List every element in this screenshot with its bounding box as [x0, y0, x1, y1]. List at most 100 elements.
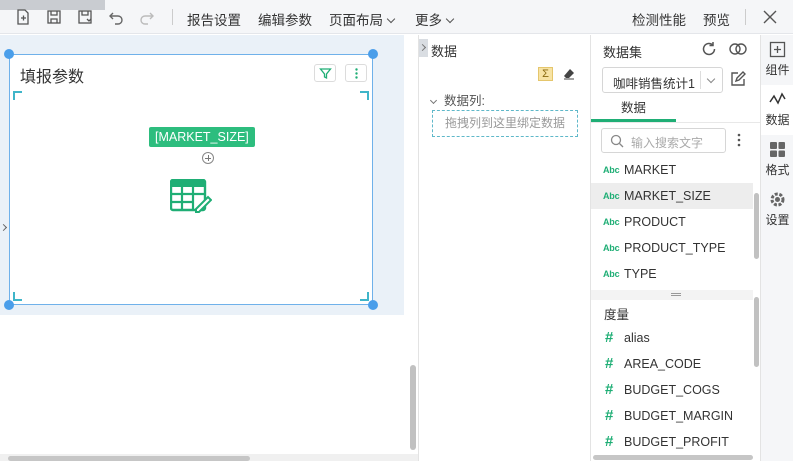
dataset-label: 数据集 — [603, 45, 643, 60]
data-trend-icon — [769, 92, 786, 105]
measure-item[interactable]: # BUDGET_PROFIT — [591, 429, 753, 455]
resize-handle[interactable] — [368, 49, 378, 59]
field-name: MARKET — [624, 163, 677, 177]
widget-more-button[interactable] — [345, 64, 367, 82]
chevron-down-icon — [706, 74, 716, 84]
canvas-horizontal-scrollbar[interactable] — [8, 456, 250, 461]
selection-corner — [360, 91, 369, 100]
dataset-select[interactable]: 咖啡销售统计1 — [602, 67, 723, 93]
dimension-scrollbar[interactable] — [754, 193, 759, 259]
report-settings-button[interactable]: 报告设置 — [187, 9, 241, 29]
chevron-down-icon — [386, 14, 396, 24]
data-columns-section[interactable]: 数据列: — [429, 90, 485, 109]
canvas-vertical-scrollbar[interactable] — [410, 365, 416, 450]
field-name: TYPE — [624, 267, 657, 281]
right-rail: 组件 数据 格式 设置 — [760, 35, 793, 461]
measure-item[interactable]: # BUDGET_COGS — [591, 377, 753, 403]
measure-item[interactable]: # alias — [591, 325, 753, 351]
preview-button[interactable]: 预览 — [703, 9, 730, 29]
refresh-icon[interactable] — [700, 40, 718, 58]
chevron-down-icon — [445, 14, 455, 24]
page-layout-menu[interactable]: 页面布局 — [329, 9, 396, 29]
measure-name: BUDGET_COGS — [624, 383, 720, 397]
close-icon[interactable] — [761, 8, 779, 26]
field-item[interactable]: Abc PRODUCT_TYPE — [591, 235, 753, 261]
field-item[interactable]: Abc MARKET — [591, 157, 753, 183]
canvas-area[interactable]: 填报参数 [MARKET_SIZE] — [0, 35, 404, 315]
number-type-icon: # — [605, 407, 614, 424]
toolbar: 报告设置 编辑参数 页面布局 更多 检测性能 预览 — [0, 0, 793, 34]
resize-handle[interactable] — [4, 300, 14, 310]
number-type-icon: # — [605, 381, 614, 398]
gear-icon — [770, 192, 785, 207]
bound-field-tag[interactable]: [MARKET_SIZE] — [149, 127, 255, 147]
rail-label: 格式 — [765, 163, 790, 177]
measure-item[interactable]: # AREA_CODE — [591, 351, 753, 377]
eraser-icon[interactable] — [562, 67, 576, 81]
field-item[interactable]: Abc PRODUCT — [591, 209, 753, 235]
rail-label: 数据 — [765, 113, 790, 127]
more-label: 更多 — [415, 13, 442, 28]
search-placeholder: 输入搜索文字 — [631, 136, 704, 150]
field-name: MARKET_SIZE — [624, 189, 711, 203]
dataset-select-value: 咖啡销售统计1 — [613, 77, 695, 91]
measure-name: BUDGET_MARGIN — [624, 409, 734, 423]
field-item[interactable]: Abc TYPE — [591, 261, 753, 287]
text-type-icon: Abc — [603, 165, 620, 175]
measures-label: 度量 — [604, 308, 630, 322]
text-type-icon: Abc — [603, 243, 620, 253]
rail-item-components[interactable]: 组件 — [761, 35, 793, 85]
field-name: PRODUCT_TYPE — [624, 241, 726, 255]
edit-params-button[interactable]: 编辑参数 — [258, 9, 312, 29]
number-type-icon: # — [605, 433, 614, 450]
text-type-icon: Abc — [603, 191, 620, 201]
save-as-icon[interactable] — [76, 8, 94, 26]
rail-item-format[interactable]: 格式 — [761, 135, 793, 185]
number-type-icon: # — [605, 329, 614, 346]
data-binding-panel: 数据 Σ 数据列: 拖拽列到这里绑定数据 — [418, 35, 590, 461]
resize-handle[interactable] — [368, 300, 378, 310]
edit-dataset-icon[interactable] — [729, 70, 747, 88]
measure-item[interactable]: # BUDGET_MARGIN — [591, 403, 753, 429]
dataset-horizontal-scrollbar[interactable] — [593, 455, 753, 460]
undo-icon[interactable] — [107, 8, 125, 26]
list-splitter[interactable] — [591, 290, 753, 300]
rail-item-data[interactable]: 数据 — [761, 85, 793, 135]
dataset-panel: 数据集 咖啡销售统计1 数据 输入搜索文字 Abc MARKET Abc MARKET… — [590, 35, 761, 461]
sum-icon[interactable]: Σ — [538, 67, 553, 81]
more-menu[interactable]: 更多 — [415, 9, 455, 29]
panel-collapse-handle[interactable] — [419, 39, 428, 57]
more-vertical-icon — [354, 67, 358, 79]
save-icon[interactable] — [45, 8, 63, 26]
measure-name: BUDGET_PROFIT — [624, 435, 729, 449]
measure-scrollbar[interactable] — [754, 297, 759, 367]
resize-handle[interactable] — [4, 49, 14, 59]
text-type-icon: Abc — [603, 217, 620, 227]
measure-name: AREA_CODE — [624, 357, 702, 371]
add-component-icon — [769, 41, 786, 58]
field-search-input[interactable]: 输入搜索文字 — [601, 128, 726, 153]
dataset-relation-icon[interactable] — [728, 40, 748, 58]
number-type-icon: # — [605, 355, 614, 372]
page-layout-label: 页面布局 — [329, 13, 383, 28]
toolbar-separator — [745, 9, 746, 25]
column-drop-zone[interactable]: 拖拽列到这里绑定数据 — [432, 110, 578, 137]
selection-corner — [13, 292, 22, 301]
new-report-icon[interactable] — [14, 8, 32, 26]
data-columns-label: 数据列: — [444, 94, 485, 108]
search-icon — [610, 134, 624, 148]
redo-icon[interactable] — [138, 8, 156, 26]
check-performance-button[interactable]: 检测性能 — [632, 9, 686, 29]
rail-item-settings[interactable]: 设置 — [761, 185, 793, 235]
selection-corner — [13, 91, 22, 100]
filter-icon — [318, 67, 332, 79]
fill-table-icon — [170, 179, 212, 213]
text-type-icon: Abc — [603, 269, 620, 279]
select-divider — [700, 71, 701, 89]
rail-label: 设置 — [765, 213, 790, 227]
field-item[interactable]: Abc MARKET_SIZE — [591, 183, 753, 209]
param-widget[interactable]: 填报参数 [MARKET_SIZE] — [9, 54, 373, 305]
add-circle-icon[interactable] — [202, 152, 214, 164]
more-vertical-icon[interactable] — [736, 132, 742, 148]
filter-button[interactable] — [314, 64, 336, 82]
